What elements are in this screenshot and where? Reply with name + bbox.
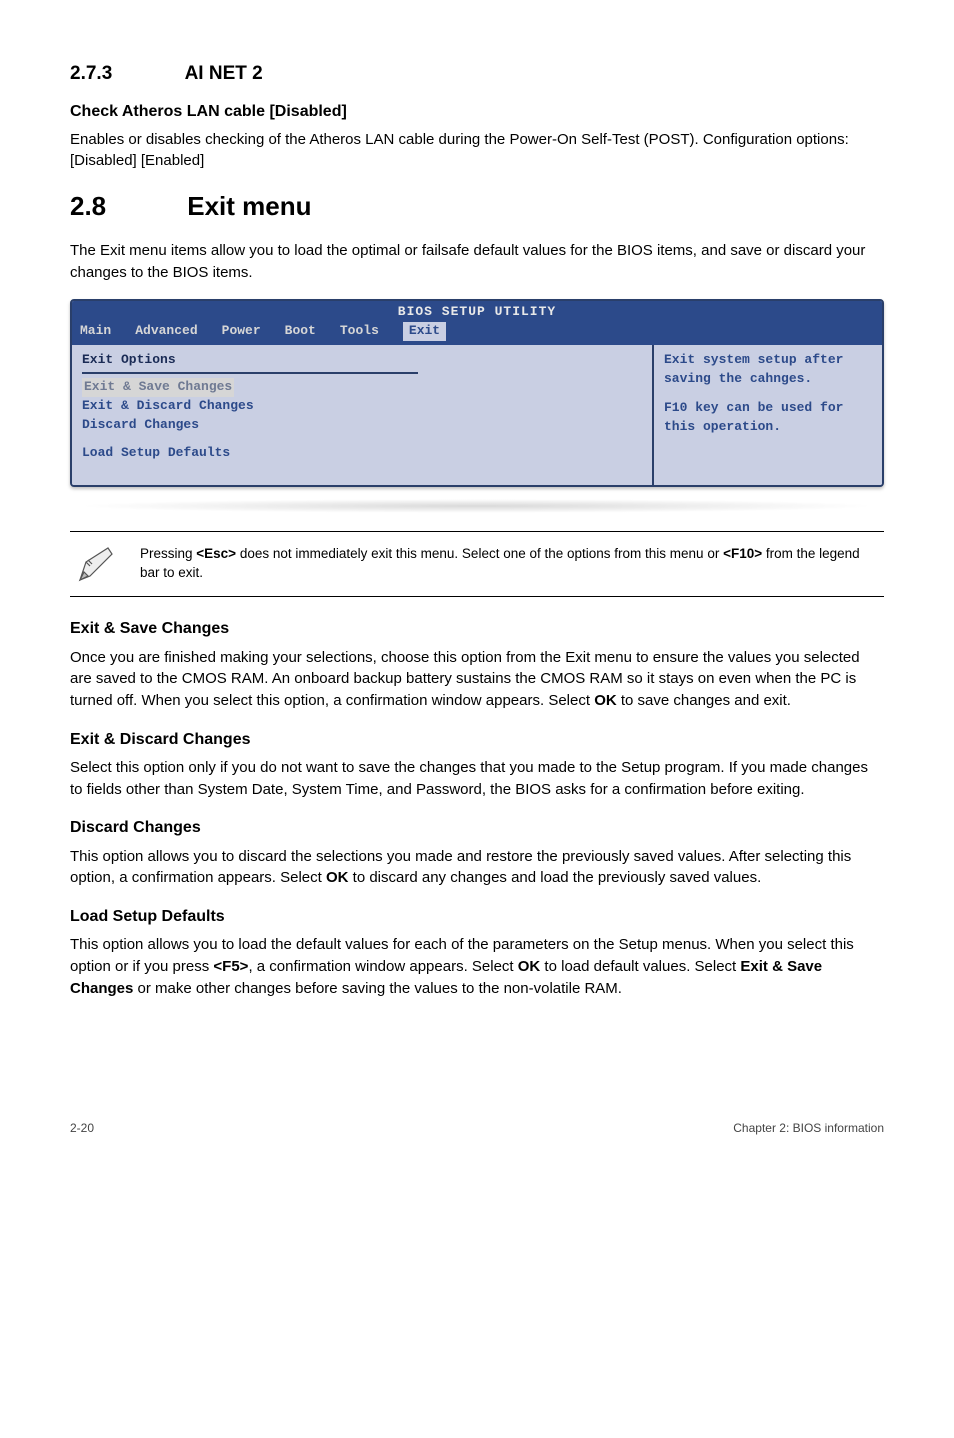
decorative-shadow — [76, 499, 878, 513]
heading-exit-discard-changes: Exit & Discard Changes — [70, 728, 884, 751]
pencil-note-icon — [74, 542, 118, 586]
bios-tab-power: Power — [222, 322, 261, 341]
bios-tab-main: Main — [80, 322, 111, 341]
bios-tab-advanced: Advanced — [135, 322, 197, 341]
body-discard-changes: This option allows you to discard the se… — [70, 846, 884, 890]
section-number: 2.8 — [70, 188, 180, 226]
section-2-8-intro: The Exit menu items allow you to load th… — [70, 240, 884, 284]
section-title: Exit menu — [187, 191, 311, 221]
bios-divider — [82, 372, 418, 374]
bios-item-exit-discard: Exit & Discard Changes — [82, 397, 642, 416]
section-title: AI NET 2 — [185, 63, 263, 84]
option-body-check-atheros: Enables or disables checking of the Athe… — [70, 129, 884, 173]
bios-help-text-2: F10 key can be used for this operation. — [664, 399, 872, 437]
section-2-8-heading: 2.8 Exit menu — [70, 188, 884, 226]
note-esc: <Esc> — [196, 546, 236, 561]
bios-item-discard: Discard Changes — [82, 416, 642, 435]
heading-discard-changes: Discard Changes — [70, 816, 884, 839]
note-text-p1: Pressing — [140, 546, 196, 561]
note-text: Pressing <Esc> does not immediately exit… — [140, 545, 880, 583]
footer-chapter: Chapter 2: BIOS information — [733, 1120, 884, 1137]
page-footer: 2-20 Chapter 2: BIOS information — [70, 1120, 884, 1137]
bios-right-pane: Exit system setup after saving the cahng… — [652, 345, 882, 485]
bios-left-pane: Exit Options Exit & Save Changes Exit & … — [72, 345, 654, 485]
bios-body: Exit Options Exit & Save Changes Exit & … — [72, 345, 882, 485]
body-exit-save-changes: Once you are finished making your select… — [70, 647, 884, 712]
bios-item-load-defaults: Load Setup Defaults — [82, 444, 642, 463]
bios-title: BIOS SETUP UTILITY — [80, 303, 874, 322]
bios-setup-screenshot: BIOS SETUP UTILITY Main Advanced Power B… — [70, 299, 884, 487]
body-exit-discard-changes: Select this option only if you do not wa… — [70, 757, 884, 801]
bios-tab-tools: Tools — [340, 322, 379, 341]
bios-exit-options-header: Exit Options — [82, 351, 642, 370]
note-text-p2: does not immediately exit this menu. Sel… — [236, 546, 723, 561]
option-heading-check-atheros: Check Atheros LAN cable [Disabled] — [70, 100, 884, 123]
note-block: Pressing <Esc> does not immediately exit… — [70, 531, 884, 597]
bios-tab-boot: Boot — [285, 322, 316, 341]
bios-tabs: Main Advanced Power Boot Tools Exit — [80, 322, 874, 341]
bios-item-exit-save: Exit & Save Changes — [82, 378, 234, 397]
heading-load-setup-defaults: Load Setup Defaults — [70, 905, 884, 928]
bios-menubar: BIOS SETUP UTILITY Main Advanced Power B… — [72, 301, 882, 345]
bios-help-text-1: Exit system setup after saving the cahng… — [664, 351, 872, 389]
bios-tab-exit: Exit — [403, 322, 446, 341]
section-number: 2.7.3 — [70, 60, 180, 88]
footer-page-number: 2-20 — [70, 1120, 94, 1137]
heading-exit-save-changes: Exit & Save Changes — [70, 617, 884, 640]
section-2-7-3-heading: 2.7.3 AI NET 2 — [70, 60, 884, 88]
body-load-setup-defaults: This option allows you to load the defau… — [70, 934, 884, 999]
note-f10: <F10> — [723, 546, 762, 561]
